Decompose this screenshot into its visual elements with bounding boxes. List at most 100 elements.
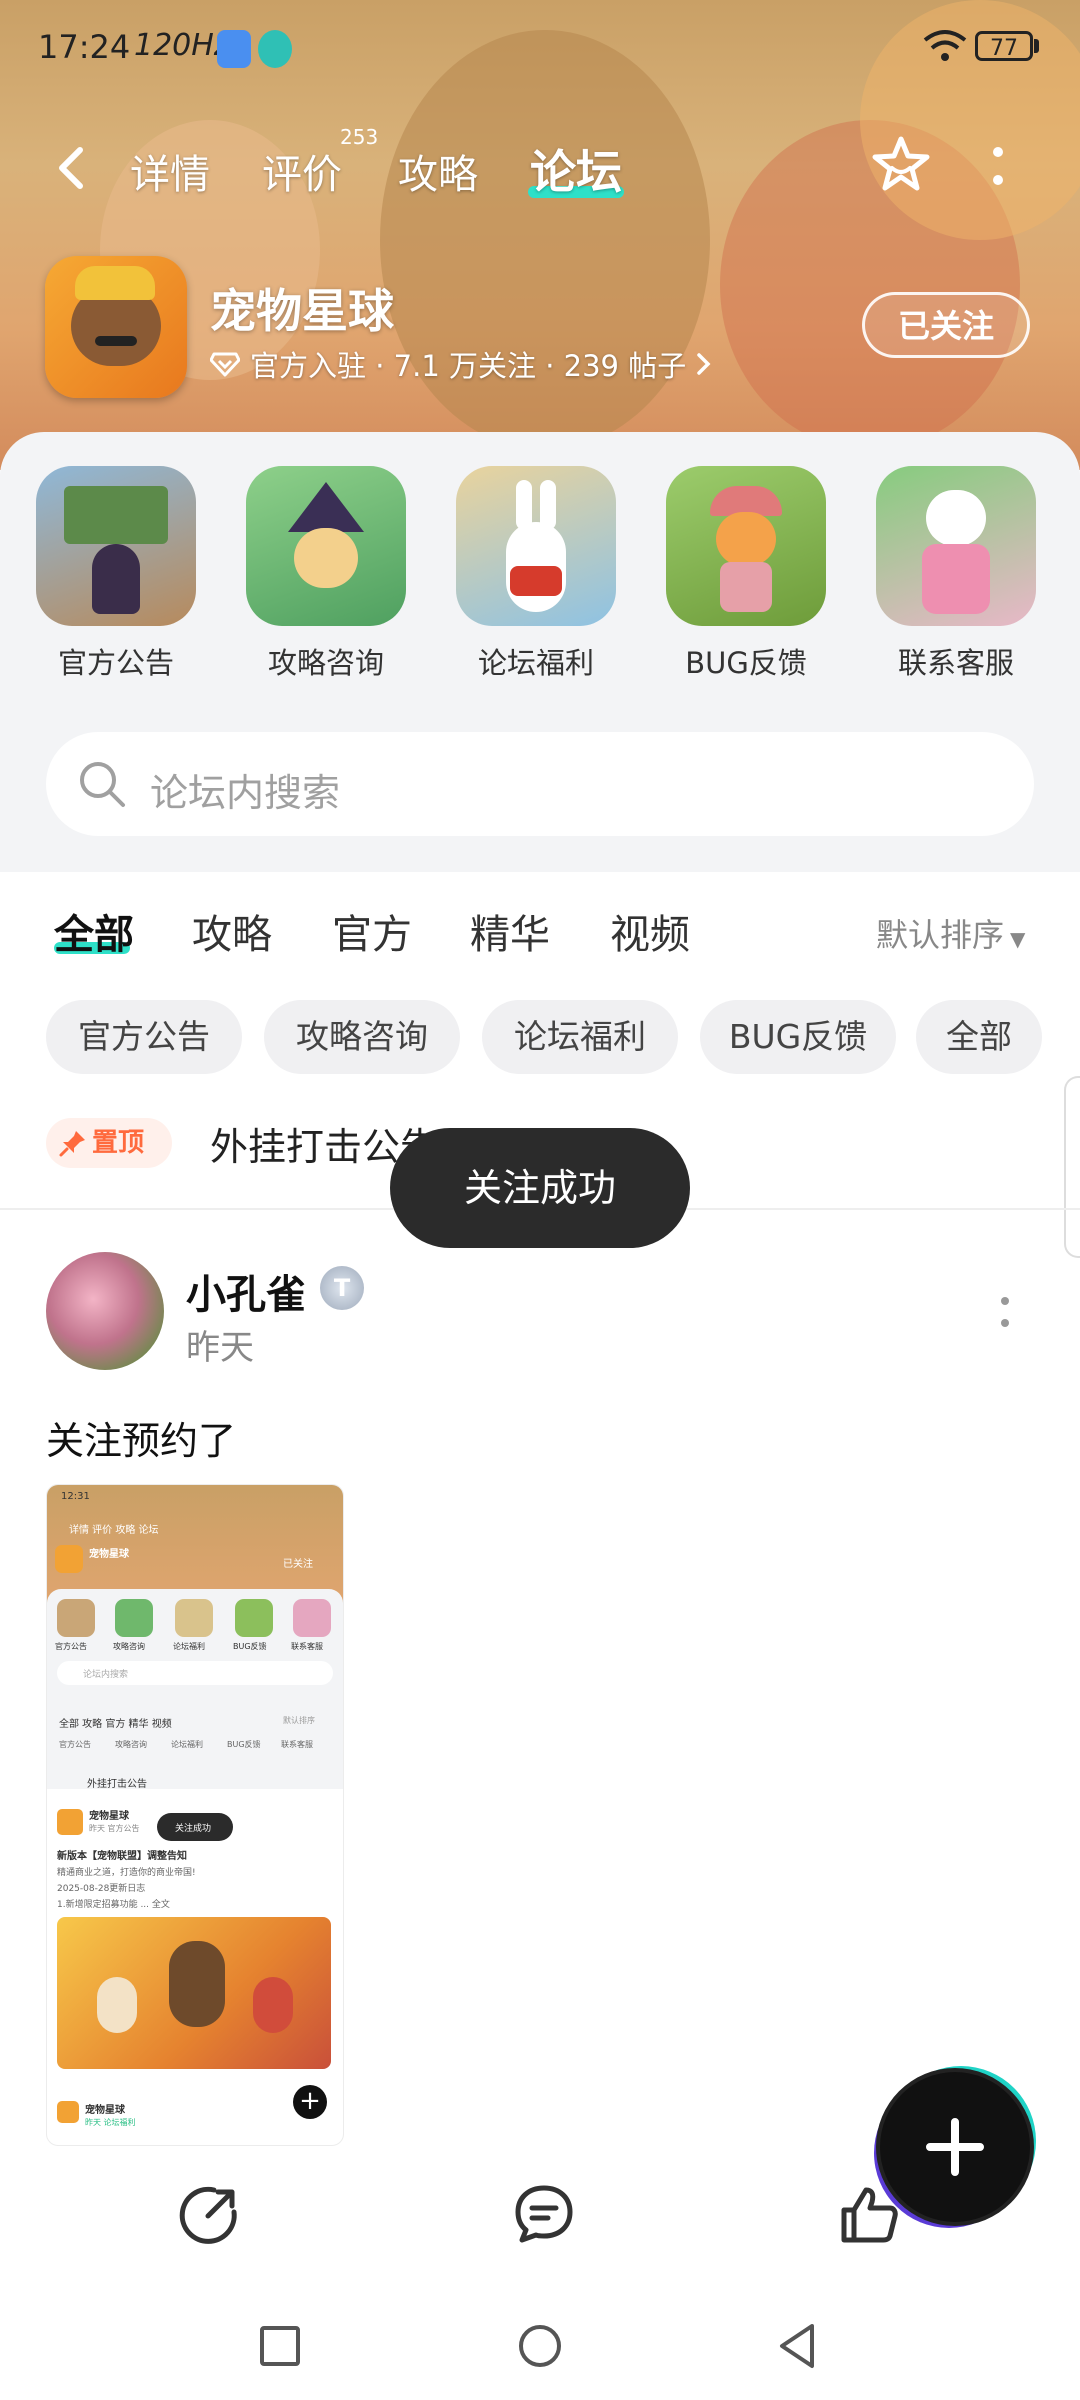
feed-tab-guides[interactable]: 攻略 <box>192 902 272 960</box>
thumb-post-meta: 昨天 官方公告 <box>89 1824 140 1833</box>
thumb-cat-image <box>293 1599 331 1637</box>
thumb-post-line: 精通商业之道，打造你的商业帝国! <box>57 1868 196 1878</box>
tab-guides[interactable]: 攻略 <box>398 142 478 200</box>
favorite-star-icon[interactable] <box>870 134 932 196</box>
side-drawer-handle[interactable] <box>1064 1076 1080 1258</box>
battery-tip <box>1034 39 1039 53</box>
reviews-count-badge: 253 <box>340 125 379 149</box>
app-notification-icon <box>217 30 251 68</box>
chip-guide-consult[interactable]: 攻略咨询 <box>264 1000 460 1074</box>
thumb-time: 12:31 <box>61 1491 90 1502</box>
category-image <box>876 466 1036 626</box>
thumb-post-name: 宠物星球 <box>89 1811 129 1822</box>
post-actions <box>0 2172 1080 2262</box>
forum-search-box[interactable]: 论坛内搜索 <box>46 732 1034 836</box>
category-image <box>456 466 616 626</box>
app-notification-icon-2 <box>258 30 292 68</box>
thumb-tabs: 详情 评价 攻略 论坛 <box>69 1525 159 1536</box>
tab-reviews[interactable]: 评价 <box>262 142 342 200</box>
thumb-cat-label: BUG反馈 <box>233 1642 267 1651</box>
battery-icon: 77 <box>975 31 1033 61</box>
thumb-search-text: 论坛内搜索 <box>83 1670 129 1680</box>
toast-message: 关注成功 <box>390 1128 690 1248</box>
feed-tab-official[interactable]: 官方 <box>332 902 412 960</box>
game-meta[interactable]: 官方入驻 · 7.1 万关注 · 239 帖子 <box>210 343 712 385</box>
category-bug-feedback[interactable]: BUG反馈 <box>664 466 828 682</box>
feed-tab-featured[interactable]: 精华 <box>470 902 550 960</box>
category-label: 攻略咨询 <box>267 646 384 680</box>
thumb-post-title: 新版本【宠物联盟】调整告知 <box>57 1851 187 1862</box>
character-face <box>294 528 358 588</box>
thumb-post-icon <box>57 1809 83 1835</box>
thumb-cat-image <box>175 1599 213 1637</box>
like-icon[interactable] <box>838 2182 902 2246</box>
chip-bug-feedback[interactable]: BUG反馈 <box>700 1000 896 1074</box>
category-customer-service[interactable]: 联系客服 <box>874 466 1038 682</box>
category-image <box>246 466 406 626</box>
recent-apps-icon[interactable] <box>254 2320 306 2372</box>
chip-official-notice[interactable]: 官方公告 <box>46 1000 242 1074</box>
wifi-icon <box>923 30 967 61</box>
character <box>92 544 140 614</box>
category-label: 联系客服 <box>897 646 1014 680</box>
plus-icon <box>926 2118 984 2176</box>
status-time: 17:24 <box>38 28 131 66</box>
thumb-chip: BUG反馈 <box>227 1740 261 1749</box>
avatar[interactable] <box>46 1252 164 1370</box>
mustache <box>95 336 137 346</box>
tab-details[interactable]: 详情 <box>130 142 210 200</box>
sort-dropdown[interactable]: 默认排序 ▼ <box>876 910 1025 956</box>
chip-all[interactable]: 全部 <box>916 1000 1042 1074</box>
thumb-char-2 <box>253 1977 293 2033</box>
thumb-cat-label: 联系客服 <box>291 1642 323 1651</box>
miner-helmet <box>75 266 155 300</box>
thumb-chip: 官方公告 <box>59 1740 91 1749</box>
comment-icon[interactable] <box>512 2182 576 2246</box>
post-date: 昨天 <box>186 1328 254 1368</box>
thumb-cat-label: 论坛福利 <box>173 1642 205 1651</box>
thumb-cat-image <box>115 1599 153 1637</box>
feed-tab-videos[interactable]: 视频 <box>610 902 690 960</box>
category-label: BUG反馈 <box>685 646 807 680</box>
category-forum-benefits[interactable]: 论坛福利 <box>454 466 618 682</box>
top-nav: 详情 评价 253 攻略 论坛 <box>0 120 1080 210</box>
back-icon[interactable] <box>772 2320 824 2372</box>
refresh-rate: 120Hz <box>134 28 230 63</box>
back-arrow-icon[interactable] <box>48 144 96 192</box>
thumb-toast: 关注成功 <box>175 1824 212 1834</box>
post-more-icon[interactable] <box>1000 1296 1010 1328</box>
thumb-panel: 官方公告 攻略咨询 论坛福利 BUG反馈 联系客服 论坛内搜索 <box>47 1589 343 1789</box>
post-image[interactable]: 12:31 详情 评价 攻略 论坛 宠物星球 已关注 官方公告 攻略咨询 论坛福… <box>46 1484 344 2146</box>
followed-button[interactable]: 已关注 <box>862 292 1030 358</box>
category-guide-consult[interactable]: 攻略咨询 <box>244 466 408 682</box>
thumb-post2-meta: 昨天 论坛福利 <box>85 2118 136 2127</box>
chalkboard <box>64 486 168 544</box>
thumb-post-line: 2025-08-28更新日志 <box>57 1884 146 1894</box>
thumb-post2-name: 宠物星球 <box>85 2105 125 2116</box>
thumb-sort: 默认排序 <box>283 1716 315 1725</box>
pinned-tag-label: 置顶 <box>92 1128 145 1158</box>
category-official-notice[interactable]: 官方公告 <box>34 466 198 682</box>
thumb-banner-image <box>57 1917 331 2069</box>
thumb-post-line: 1.新增限定招募功能 ... 全文 <box>57 1900 170 1910</box>
more-options-icon[interactable] <box>988 144 1008 188</box>
thumb-chip: 攻略咨询 <box>115 1740 147 1749</box>
game-info: 宠物星球 官方入驻 · 7.1 万关注 · 239 帖子 已关注 <box>0 250 1080 410</box>
post-author[interactable]: 小孔雀 <box>186 1262 306 1320</box>
feed-tab-all[interactable]: 全部 <box>54 902 134 960</box>
game-icon[interactable] <box>45 256 187 398</box>
thumb-char <box>97 1977 137 2033</box>
feed-tabs: 全部 攻略 官方 精华 视频 默认排序 ▼ <box>0 890 1080 970</box>
chip-forum-benefits[interactable]: 论坛福利 <box>482 1000 678 1074</box>
category-label: 官方公告 <box>57 646 174 680</box>
caret-down-icon: ▼ <box>1010 927 1026 951</box>
pink-outfit <box>922 544 990 614</box>
home-icon[interactable] <box>514 2320 566 2372</box>
thumb-cat-image <box>57 1599 95 1637</box>
share-icon[interactable] <box>178 2182 242 2246</box>
tab-forum[interactable]: 论坛 <box>530 136 622 202</box>
thumb-bear <box>169 1941 225 2027</box>
red-vest <box>510 566 562 596</box>
cat-dress <box>720 562 772 612</box>
status-bar: 17:24 120Hz 77 <box>0 0 1080 100</box>
